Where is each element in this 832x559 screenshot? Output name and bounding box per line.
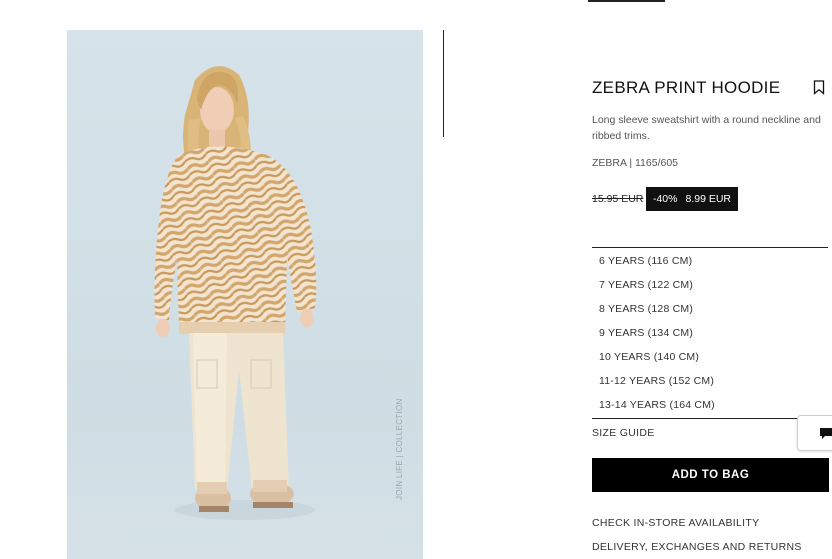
size-option[interactable]: 10 YEARS (140 CM) [599, 351, 699, 363]
size-option[interactable]: 13-14 YEARS (164 CM) [599, 399, 715, 411]
size-option[interactable]: 7 YEARS (122 CM) [599, 279, 693, 291]
model-illustration [154, 66, 317, 520]
add-to-bag-button[interactable]: ADD TO BAG [592, 458, 829, 492]
size-guide-link[interactable]: SIZE GUIDE [592, 427, 655, 439]
size-option[interactable]: 6 YEARS (116 CM) [599, 255, 692, 267]
bookmark-icon[interactable] [813, 80, 825, 95]
image-watermark: JOIN LIFE | COLLECTION [395, 398, 404, 500]
gallery-divider [443, 30, 444, 137]
delivery-returns-link[interactable]: DELIVERY, EXCHANGES AND RETURNS [592, 541, 802, 553]
product-reference: ZEBRA | 1165/605 [592, 157, 679, 169]
size-option[interactable]: 9 YEARS (134 CM) [599, 327, 693, 339]
product-image[interactable] [67, 30, 423, 559]
product-title: ZEBRA PRINT HOODIE [592, 78, 781, 97]
check-store-availability-link[interactable]: CHECK IN-STORE AVAILABILITY [592, 517, 759, 529]
product-description: Long sleeve sweatshirt with a round neck… [592, 114, 821, 142]
current-price: 8.99 EUR [685, 193, 732, 205]
original-price: 15.95 EUR [592, 193, 644, 205]
size-option[interactable]: 11-12 YEARS (152 CM) [599, 375, 714, 387]
sale-price-badge: -40% 8.99 EUR [646, 187, 738, 211]
top-underline [588, 0, 665, 2]
size-option[interactable]: 8 YEARS (128 CM) [599, 303, 693, 315]
size-list: 6 YEARS (116 CM) 7 YEARS (122 CM) 8 YEAR… [592, 247, 828, 419]
discount-label: -40% [652, 193, 678, 205]
chat-icon [820, 428, 832, 439]
chat-button[interactable] [797, 415, 832, 451]
